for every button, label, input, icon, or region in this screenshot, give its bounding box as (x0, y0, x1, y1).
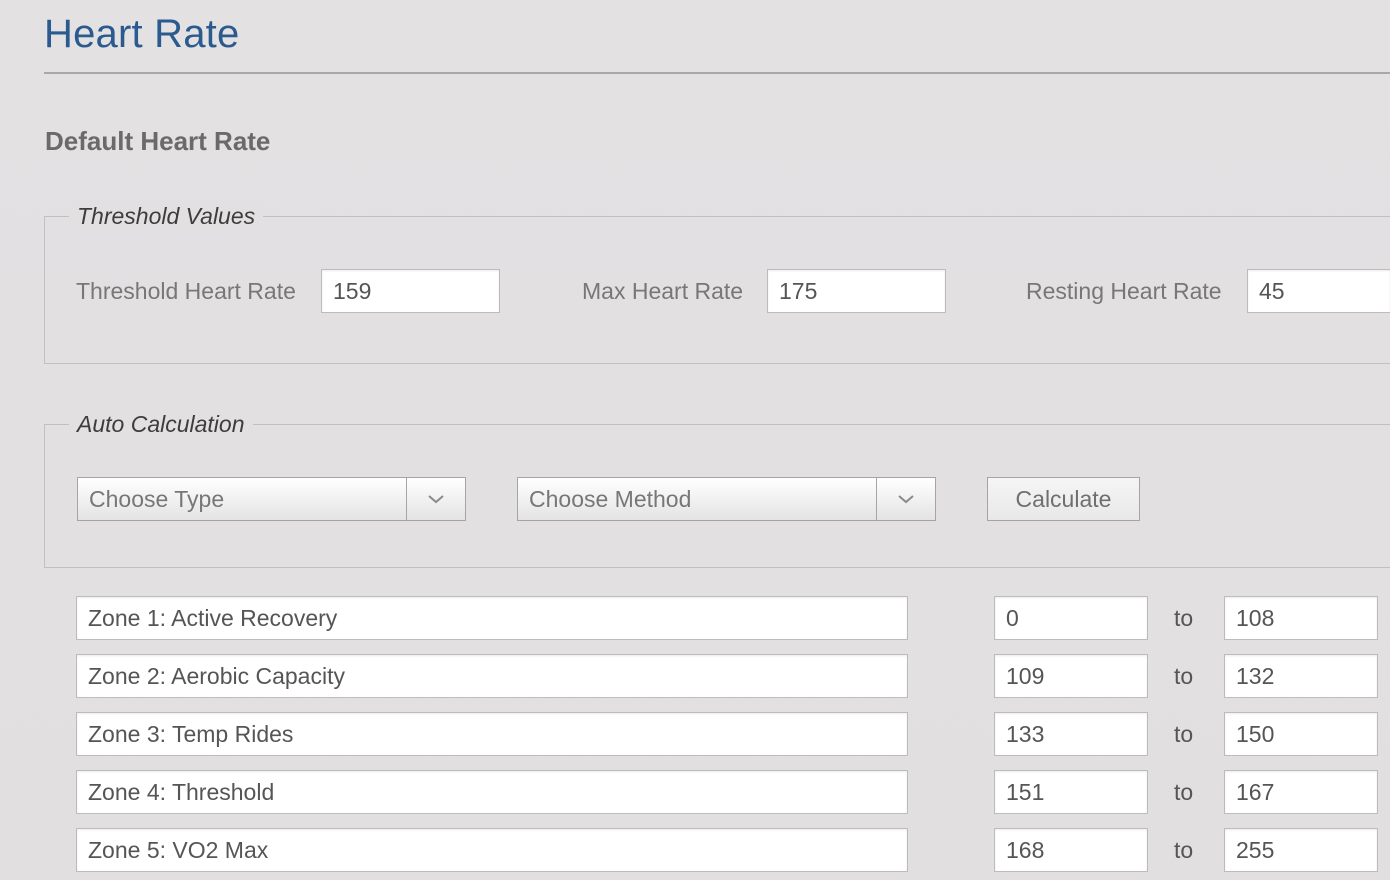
zone-to-label: to (1174, 663, 1194, 689)
choose-type-value: Choose Type (89, 486, 225, 512)
threshold-values-legend: Threshold Values (69, 201, 264, 231)
section-title: Default Heart Rate (45, 126, 271, 156)
zone-row-5: Zone 5: VO2 Max 168 to 255 (0, 828, 1390, 872)
choose-method-value: Choose Method (529, 486, 692, 512)
choose-type-caret[interactable] (406, 478, 465, 520)
zone-name-input[interactable]: Zone 2: Aerobic Capacity (76, 654, 908, 698)
chevron-down-icon (428, 495, 444, 504)
zone-max-input[interactable]: 132 (1224, 654, 1378, 698)
calculate-button[interactable]: Calculate (987, 477, 1140, 521)
zone-min-input[interactable]: 109 (994, 654, 1148, 698)
zone-to-label: to (1174, 721, 1194, 747)
chevron-down-icon (898, 495, 914, 504)
max-heart-rate-input[interactable]: 175 (767, 269, 946, 313)
zone-max-input[interactable]: 108 (1224, 596, 1378, 640)
threshold-heart-rate-label: Threshold Heart Rate (76, 278, 296, 304)
resting-heart-rate-label: Resting Heart Rate (1026, 278, 1222, 304)
zone-row-4: Zone 4: Threshold 151 to 167 (0, 770, 1390, 814)
zone-min-input[interactable]: 168 (994, 828, 1148, 872)
zone-max-input[interactable]: 167 (1224, 770, 1378, 814)
zone-max-input[interactable]: 255 (1224, 828, 1378, 872)
auto-calculation-fieldset: Auto Calculation Choose Type Choose Meth… (44, 409, 1390, 568)
zone-name-input[interactable]: Zone 5: VO2 Max (76, 828, 908, 872)
choose-method-caret[interactable] (876, 478, 935, 520)
page-title: Heart Rate (44, 12, 240, 56)
zone-to-label: to (1174, 605, 1194, 631)
title-divider (44, 72, 1390, 74)
choose-method-select[interactable]: Choose Method (517, 477, 936, 521)
zone-min-input[interactable]: 0 (994, 596, 1148, 640)
zone-name-input[interactable]: Zone 1: Active Recovery (76, 596, 908, 640)
resting-heart-rate-input[interactable]: 45 (1247, 269, 1390, 313)
zone-row-1: Zone 1: Active Recovery 0 to 108 (0, 596, 1390, 640)
zone-to-label: to (1174, 779, 1194, 805)
max-heart-rate-label: Max Heart Rate (582, 278, 744, 304)
choose-type-select[interactable]: Choose Type (77, 477, 466, 521)
auto-calculation-legend: Auto Calculation (69, 409, 253, 439)
zone-name-input[interactable]: Zone 3: Temp Rides (76, 712, 908, 756)
zone-row-2: Zone 2: Aerobic Capacity 109 to 132 (0, 654, 1390, 698)
zone-min-input[interactable]: 151 (994, 770, 1148, 814)
zone-max-input[interactable]: 150 (1224, 712, 1378, 756)
zone-to-label: to (1174, 837, 1194, 863)
zone-name-input[interactable]: Zone 4: Threshold (76, 770, 908, 814)
zone-min-input[interactable]: 133 (994, 712, 1148, 756)
threshold-values-fieldset: Threshold Values Threshold Heart Rate 15… (44, 201, 1390, 364)
threshold-heart-rate-input[interactable]: 159 (321, 269, 500, 313)
zone-row-3: Zone 3: Temp Rides 133 to 150 (0, 712, 1390, 756)
